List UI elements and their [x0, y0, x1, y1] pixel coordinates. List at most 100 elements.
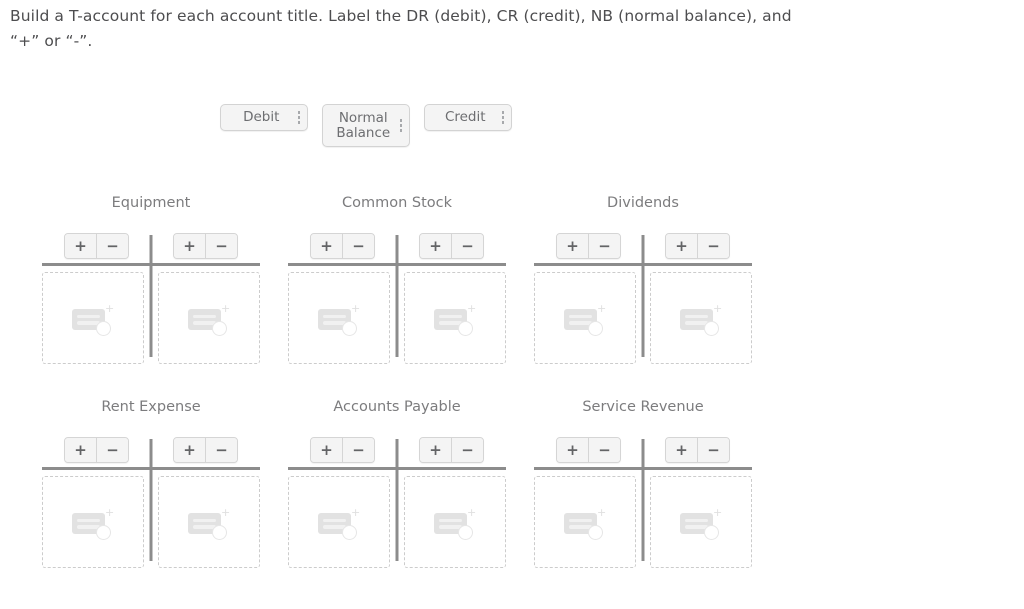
instruction-text: Build a T-account for each account title…	[10, 7, 792, 50]
credit-plus-button[interactable]: +	[174, 438, 206, 462]
drop-placeholder-icon: +	[434, 303, 476, 336]
credit-minus-button[interactable]: −	[698, 234, 729, 258]
drop-placeholder-icon: +	[680, 507, 722, 540]
credit-sign-cell: + −	[643, 233, 752, 259]
drop-placeholder-icon: +	[72, 303, 114, 336]
account-title: Rent Expense	[101, 399, 201, 415]
credit-plus-button[interactable]: +	[420, 438, 452, 462]
debit-plus-button[interactable]: +	[65, 234, 97, 258]
debit-sign-group: + −	[310, 437, 375, 463]
debit-minus-button[interactable]: −	[589, 438, 620, 462]
credit-minus-button[interactable]: −	[698, 438, 729, 462]
credit-sign-group: + −	[419, 437, 484, 463]
credit-minus-button[interactable]: −	[452, 234, 483, 258]
debit-plus-button[interactable]: +	[65, 438, 97, 462]
credit-sign-group: + −	[173, 437, 238, 463]
credit-minus-button[interactable]: −	[206, 234, 237, 258]
token-credit-label: Credit	[444, 109, 486, 125]
debit-drop-zone[interactable]: +	[288, 272, 390, 364]
drag-handle-icon[interactable]	[398, 119, 402, 132]
credit-sign-group: + −	[173, 233, 238, 259]
credit-sign-cell: + −	[643, 437, 752, 463]
t-account-rent-expense: Rent Expense + − + − + +	[42, 394, 260, 568]
t-account-dividends: Dividends + − + − + +	[534, 190, 752, 364]
debit-plus-button[interactable]: +	[311, 438, 343, 462]
account-title: Dividends	[607, 195, 679, 211]
debit-minus-button[interactable]: −	[589, 234, 620, 258]
credit-plus-button[interactable]: +	[666, 234, 698, 258]
drag-handle-icon[interactable]	[500, 111, 504, 124]
token-debit[interactable]: Debit	[220, 104, 308, 131]
credit-sign-cell: + −	[151, 233, 260, 259]
token-normal-balance[interactable]: Normal Balance	[322, 104, 410, 147]
t-account-body: + − + − + +	[288, 233, 506, 364]
label-token-tray: Debit Normal Balance Credit	[220, 104, 512, 147]
credit-drop-zone[interactable]: +	[158, 272, 260, 364]
credit-sign-group: + −	[665, 437, 730, 463]
debit-plus-button[interactable]: +	[311, 234, 343, 258]
drop-placeholder-icon: +	[318, 507, 360, 540]
credit-sign-cell: + −	[397, 233, 506, 259]
credit-plus-button[interactable]: +	[666, 438, 698, 462]
drop-placeholder-icon: +	[564, 507, 606, 540]
debit-sign-cell: + −	[288, 233, 397, 259]
account-title: Accounts Payable	[333, 399, 461, 415]
debit-sign-group: + −	[556, 233, 621, 259]
debit-minus-button[interactable]: −	[97, 234, 128, 258]
debit-plus-button[interactable]: +	[557, 438, 589, 462]
token-debit-label: Debit	[243, 109, 280, 125]
account-title: Service Revenue	[582, 399, 704, 415]
debit-drop-zone[interactable]: +	[534, 272, 636, 364]
t-account-common-stock: Common Stock + − + − + +	[288, 190, 506, 364]
credit-sign-cell: + −	[397, 437, 506, 463]
drag-handle-icon[interactable]	[296, 111, 300, 124]
debit-drop-zone[interactable]: +	[534, 476, 636, 568]
debit-sign-cell: + −	[42, 437, 151, 463]
t-account-body: + − + − + +	[288, 437, 506, 568]
credit-minus-button[interactable]: −	[452, 438, 483, 462]
credit-drop-zone[interactable]: +	[158, 476, 260, 568]
debit-plus-button[interactable]: +	[557, 234, 589, 258]
debit-sign-cell: + −	[534, 437, 643, 463]
credit-drop-zone[interactable]: +	[650, 272, 752, 364]
t-account-service-revenue: Service Revenue + − + − + +	[534, 394, 752, 568]
debit-minus-button[interactable]: −	[343, 438, 374, 462]
credit-sign-cell: + −	[151, 437, 260, 463]
t-vertical-divider	[149, 235, 153, 357]
drop-placeholder-icon: +	[434, 507, 476, 540]
debit-sign-cell: + −	[42, 233, 151, 259]
drop-placeholder-icon: +	[564, 303, 606, 336]
credit-plus-button[interactable]: +	[420, 234, 452, 258]
credit-drop-zone[interactable]: +	[404, 272, 506, 364]
account-title: Common Stock	[341, 195, 453, 211]
debit-drop-zone[interactable]: +	[42, 272, 144, 364]
credit-sign-group: + −	[665, 233, 730, 259]
t-vertical-divider	[395, 235, 399, 357]
t-vertical-divider	[395, 439, 399, 561]
drop-placeholder-icon: +	[680, 303, 722, 336]
debit-minus-button[interactable]: −	[97, 438, 128, 462]
drop-placeholder-icon: +	[318, 303, 360, 336]
debit-drop-zone[interactable]: +	[42, 476, 144, 568]
credit-plus-button[interactable]: +	[174, 234, 206, 258]
drop-placeholder-icon: +	[188, 507, 230, 540]
debit-minus-button[interactable]: −	[343, 234, 374, 258]
debit-drop-zone[interactable]: +	[288, 476, 390, 568]
token-credit[interactable]: Credit	[424, 104, 512, 131]
drop-placeholder-icon: +	[72, 507, 114, 540]
t-account-body: + − + − + +	[534, 437, 752, 568]
debit-sign-group: + −	[64, 437, 129, 463]
account-title: Equipment	[111, 195, 191, 211]
t-account-equipment: Equipment + − + − + +	[42, 190, 260, 364]
debit-sign-cell: + −	[534, 233, 643, 259]
credit-sign-group: + −	[419, 233, 484, 259]
credit-minus-button[interactable]: −	[206, 438, 237, 462]
credit-drop-zone[interactable]: +	[404, 476, 506, 568]
t-account-body: + − + − + +	[534, 233, 752, 364]
t-vertical-divider	[641, 439, 645, 561]
drop-placeholder-icon: +	[188, 303, 230, 336]
t-vertical-divider	[149, 439, 153, 561]
t-account-body: + − + − + +	[42, 437, 260, 568]
credit-drop-zone[interactable]: +	[650, 476, 752, 568]
t-account-body: + − + − + +	[42, 233, 260, 364]
